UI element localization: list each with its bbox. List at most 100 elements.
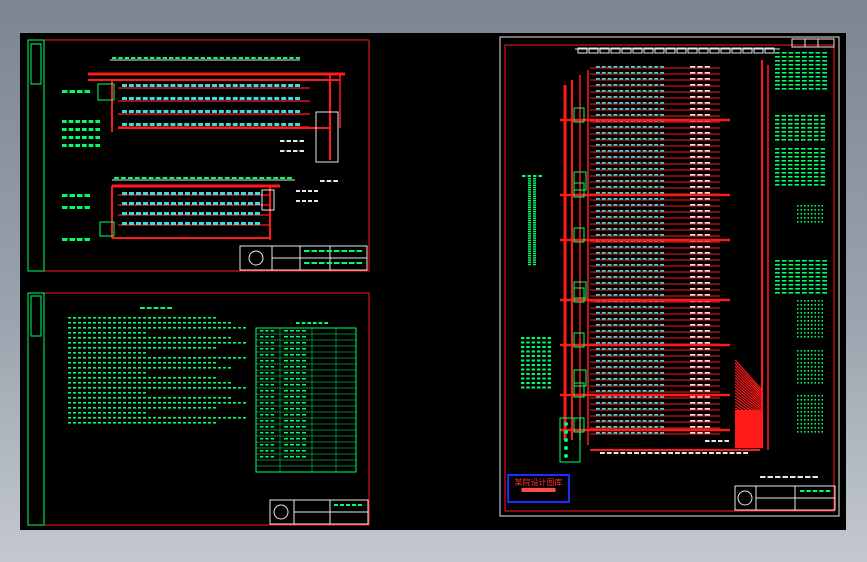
panel-group-text (811, 407, 813, 409)
panel-group-text (788, 72, 794, 74)
feeder-row-label (648, 258, 653, 260)
feeder-row-label (636, 276, 641, 278)
feeder-row-label (648, 246, 653, 248)
feeder-row-label (596, 198, 600, 200)
feeder-label (212, 123, 217, 126)
feeder-row-label (654, 324, 659, 326)
panel-group-text (821, 308, 823, 310)
feeder-label (122, 123, 127, 126)
panel-group-text (818, 419, 820, 421)
feeder-row-label (636, 348, 641, 350)
legend-vertical-text (528, 200, 531, 202)
panel-group-text (815, 72, 821, 74)
feeder-row-label (636, 192, 641, 194)
title-text (352, 504, 356, 506)
panel-group-text (818, 217, 820, 219)
panel-group-text (821, 399, 823, 401)
project-note (767, 476, 773, 478)
note-line (148, 407, 151, 409)
header-text (190, 177, 196, 179)
feeder-row-label (619, 84, 624, 86)
note-line (158, 342, 161, 344)
note-line (78, 322, 81, 324)
legend-text (88, 128, 94, 131)
panel-group-text (802, 264, 807, 266)
note-line (153, 347, 156, 349)
panel-group-text (807, 419, 809, 421)
note-line (163, 382, 166, 384)
feeder-row-value (690, 222, 696, 224)
feeder-row-value (690, 234, 696, 236)
feeder-label (255, 222, 260, 225)
note-line (113, 362, 116, 364)
panel-group-text (797, 395, 799, 397)
feeder-label (142, 84, 148, 87)
panel-group-text (808, 292, 814, 294)
feeder-row-label (648, 318, 653, 320)
note-line (183, 402, 186, 404)
feeder-row-label (625, 156, 629, 158)
feeder-row-label (613, 174, 618, 176)
feeder-row-label (636, 210, 641, 212)
note-line (78, 417, 81, 419)
panel-group-text (781, 127, 786, 129)
note-line (228, 402, 231, 404)
note-line (73, 402, 76, 404)
legend-block-text (521, 341, 525, 344)
feeder-row-value (704, 108, 710, 110)
bottom-label (736, 452, 742, 454)
panel-group-text (807, 395, 809, 397)
panel-group-text (807, 115, 812, 117)
feeder-row-label (613, 432, 618, 434)
note-line (88, 332, 91, 334)
panel-group-text (807, 336, 809, 338)
panel-group-text (818, 370, 820, 372)
feeder-row-label (619, 222, 624, 224)
legend-text (95, 144, 100, 147)
note-line (108, 322, 111, 324)
note-line (113, 352, 116, 354)
feeder-label (122, 202, 127, 205)
note-line (113, 392, 116, 394)
feeder-row-label (654, 384, 659, 386)
legend-block-text (537, 337, 541, 339)
panel-group-text (807, 423, 809, 425)
panel-group-text (807, 119, 812, 121)
table-cell-text (260, 432, 264, 434)
feeder-row-label (648, 288, 653, 290)
note-line (78, 342, 81, 344)
feeder-row-label (631, 156, 635, 158)
feeder-row-label (625, 114, 629, 116)
note-line (203, 407, 206, 409)
feeder-row-label (631, 114, 635, 116)
legend-block-text (526, 350, 530, 353)
panel-group-text (814, 419, 816, 421)
feeder-row-label (642, 432, 647, 434)
feeder-row-label (631, 180, 635, 182)
note-line (98, 407, 101, 409)
feeder-row-label (601, 138, 606, 140)
note-line (103, 347, 106, 349)
note-line (138, 387, 141, 389)
panel-group-text (821, 415, 823, 417)
feeder-row-label (619, 126, 624, 128)
feeder-row-label (642, 282, 647, 284)
feeder-row-value (690, 162, 696, 164)
panel-group-text (801, 131, 806, 133)
note-line (108, 352, 111, 354)
panel-group-text (797, 403, 799, 405)
table-cell-text (265, 438, 269, 440)
panel-group-text (814, 324, 816, 326)
feeder-row-label (642, 246, 647, 248)
note-line (83, 402, 86, 404)
panel-group-text (801, 180, 806, 182)
feeder-row-label (636, 324, 641, 326)
bottom-label (743, 452, 748, 454)
table-cell-text (296, 330, 300, 332)
feeder-row-label (601, 324, 606, 326)
legend-vertical-text (533, 233, 536, 235)
feeder-row-label (654, 246, 659, 248)
feeder-row-label (642, 312, 647, 314)
table-cell-text (260, 396, 264, 398)
note-line (123, 342, 126, 344)
